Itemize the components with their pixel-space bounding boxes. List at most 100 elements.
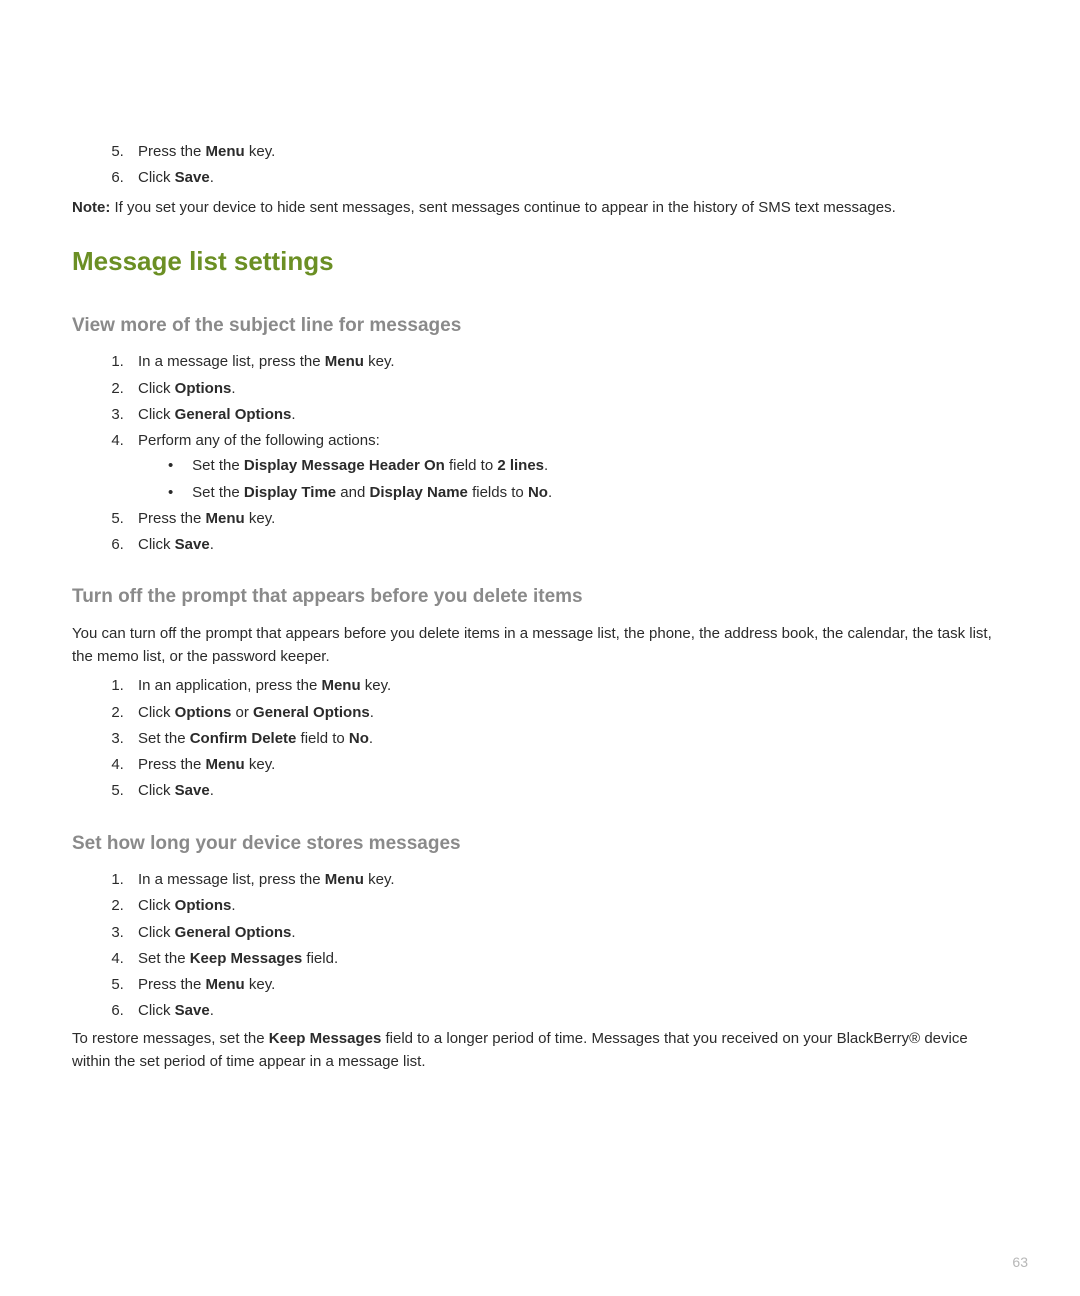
subsection-heading: View more of the subject line for messag… xyxy=(72,311,1008,340)
bold-text: Keep Messages xyxy=(190,950,303,967)
text: Set the xyxy=(192,457,244,474)
text: fields to xyxy=(468,484,528,501)
text: key. xyxy=(364,353,395,370)
section-heading: Message list settings xyxy=(72,241,1008,281)
text: . xyxy=(548,484,552,501)
list-item: Press the Menu key. xyxy=(128,973,1008,996)
bold-text: Save xyxy=(175,536,210,553)
text: . xyxy=(231,897,235,914)
text: In a message list, press the xyxy=(138,353,325,370)
text: . xyxy=(210,782,214,799)
text: . xyxy=(210,1002,214,1019)
list-item: Click Save. xyxy=(128,779,1008,802)
steps-list: In an application, press the Menu key. C… xyxy=(72,674,1008,802)
text: key. xyxy=(245,756,276,773)
text: or xyxy=(231,704,253,721)
text: Press the xyxy=(138,510,206,527)
text: In an application, press the xyxy=(138,677,321,694)
text: . xyxy=(210,536,214,553)
text: . xyxy=(291,406,295,423)
text: . xyxy=(369,730,373,747)
list-item: Press the Menu key. xyxy=(128,753,1008,776)
text: Click xyxy=(138,380,175,397)
page-number: 63 xyxy=(1012,1252,1028,1274)
bold-text: Menu xyxy=(206,143,245,160)
text: Press the xyxy=(138,756,206,773)
text: . xyxy=(231,380,235,397)
text: key. xyxy=(364,871,395,888)
list-item: Click Save. xyxy=(128,166,1008,189)
list-item: Click General Options. xyxy=(128,921,1008,944)
list-item: Click Save. xyxy=(128,533,1008,556)
list-item: Set the Display Message Header On field … xyxy=(188,454,1008,477)
subsection-heading: Set how long your device stores messages xyxy=(72,829,1008,858)
text: Click xyxy=(138,1002,175,1019)
text: To restore messages, set the xyxy=(72,1030,269,1047)
text: Click xyxy=(138,169,175,186)
bold-text: 2 lines xyxy=(497,457,544,474)
text: Press the xyxy=(138,143,206,160)
bold-text: Display Name xyxy=(370,484,468,501)
text: . xyxy=(370,704,374,721)
text: field to xyxy=(296,730,349,747)
list-item: Perform any of the following actions: Se… xyxy=(128,429,1008,504)
list-item: Click Options. xyxy=(128,377,1008,400)
text: key. xyxy=(361,677,392,694)
text: key. xyxy=(245,510,276,527)
bold-text: General Options xyxy=(253,704,370,721)
text: key. xyxy=(245,976,276,993)
bold-text: Display Time xyxy=(244,484,336,501)
note-label: Note: xyxy=(72,199,110,216)
bold-text: No xyxy=(349,730,369,747)
sub-list: Set the Display Message Header On field … xyxy=(138,454,1008,504)
text: Click xyxy=(138,782,175,799)
list-item: In an application, press the Menu key. xyxy=(128,674,1008,697)
bold-text: Save xyxy=(175,782,210,799)
text: Set the xyxy=(138,950,190,967)
list-item: Click General Options. xyxy=(128,403,1008,426)
note-line: Note: If you set your device to hide sen… xyxy=(72,196,1008,219)
bold-text: Display Message Header On xyxy=(244,457,445,474)
text: key. xyxy=(245,143,276,160)
bold-text: Menu xyxy=(325,871,364,888)
text: field to xyxy=(445,457,498,474)
list-item: Click Options or General Options. xyxy=(128,701,1008,724)
bold-text: General Options xyxy=(175,924,292,941)
bold-text: Save xyxy=(175,1002,210,1019)
list-item: Click Save. xyxy=(128,999,1008,1022)
steps-list: In a message list, press the Menu key. C… xyxy=(72,868,1008,1023)
text: Click xyxy=(138,704,175,721)
text: Perform any of the following actions: xyxy=(138,432,380,449)
bold-text: Options xyxy=(175,897,232,914)
list-item: Press the Menu key. xyxy=(128,140,1008,163)
paragraph: To restore messages, set the Keep Messag… xyxy=(72,1027,1008,1074)
bold-text: Keep Messages xyxy=(269,1030,382,1047)
text: Press the xyxy=(138,976,206,993)
text: Set the xyxy=(138,730,190,747)
bold-text: Menu xyxy=(206,510,245,527)
text: Click xyxy=(138,406,175,423)
list-item: In a message list, press the Menu key. xyxy=(128,868,1008,891)
bold-text: Options xyxy=(175,380,232,397)
text: . xyxy=(210,169,214,186)
list-item: Press the Menu key. xyxy=(128,507,1008,530)
text: Click xyxy=(138,897,175,914)
top-continued-list: Press the Menu key. Click Save. xyxy=(72,140,1008,190)
paragraph: You can turn off the prompt that appears… xyxy=(72,622,1008,669)
text: Set the xyxy=(192,484,244,501)
list-item: Click Options. xyxy=(128,894,1008,917)
note-text: If you set your device to hide sent mess… xyxy=(110,199,895,216)
text: Click xyxy=(138,536,175,553)
list-item: Set the Keep Messages field. xyxy=(128,947,1008,970)
bold-text: Menu xyxy=(321,677,360,694)
text: . xyxy=(291,924,295,941)
steps-list: In a message list, press the Menu key. C… xyxy=(72,350,1008,556)
list-item: Set the Confirm Delete field to No. xyxy=(128,727,1008,750)
bold-text: Confirm Delete xyxy=(190,730,297,747)
list-item: Set the Display Time and Display Name fi… xyxy=(188,481,1008,504)
bold-text: Save xyxy=(175,169,210,186)
bold-text: Menu xyxy=(325,353,364,370)
bold-text: No xyxy=(528,484,548,501)
text: field. xyxy=(302,950,338,967)
list-item: In a message list, press the Menu key. xyxy=(128,350,1008,373)
